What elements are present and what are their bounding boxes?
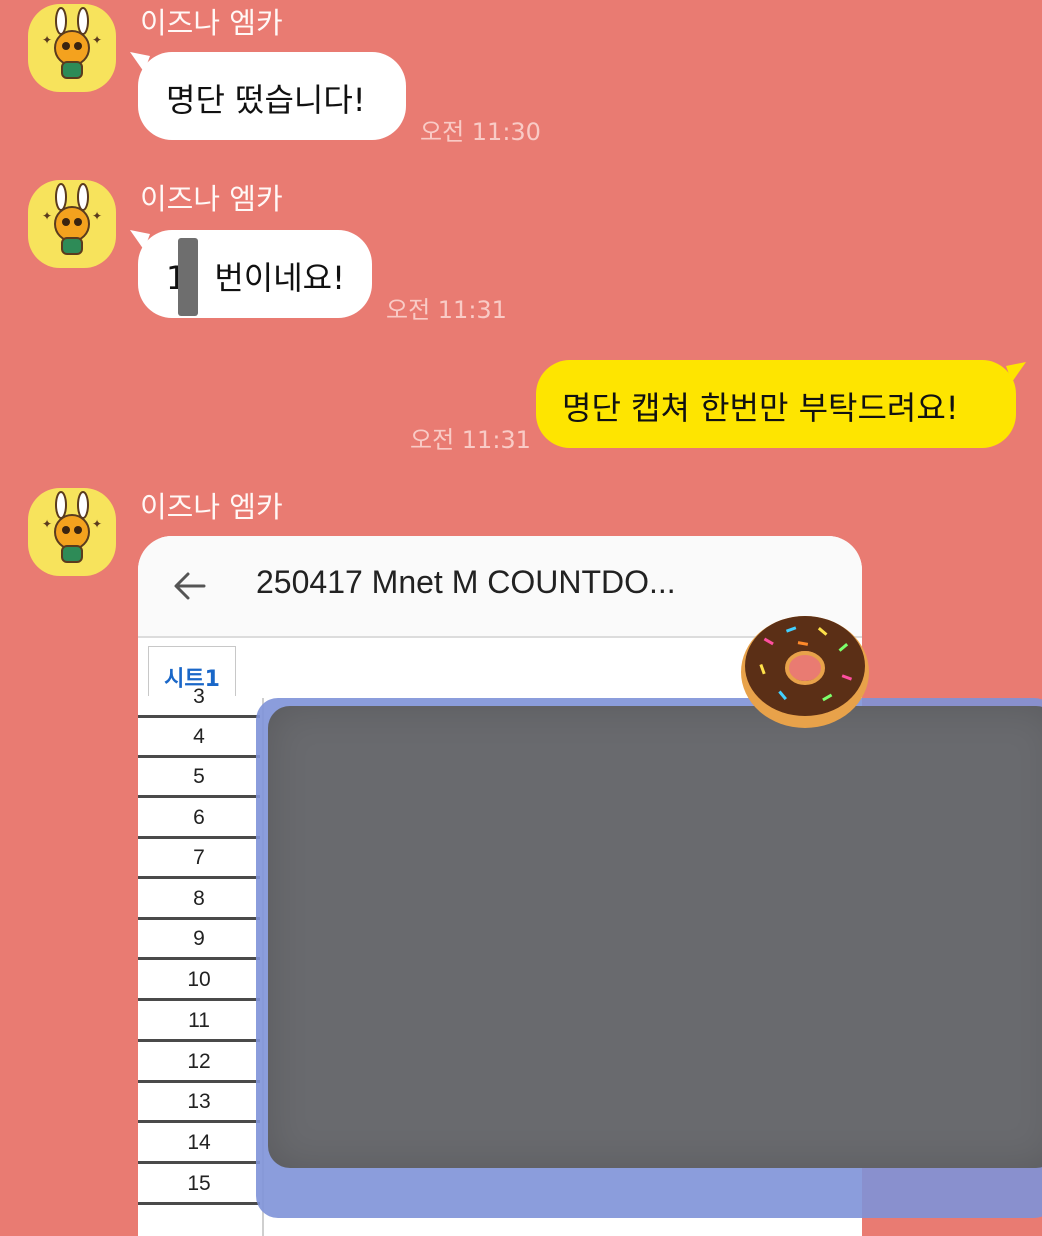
svg-text:✦: ✦	[42, 33, 52, 47]
svg-text:✦: ✦	[42, 209, 52, 223]
rabbit-character-icon: ✦ ✦	[42, 183, 102, 255]
rabbit-character-icon: ✦ ✦	[42, 7, 102, 79]
row-number: 15	[138, 1165, 260, 1205]
row-number: 7	[138, 839, 260, 879]
redaction-block	[268, 706, 1042, 1168]
row-number: 13	[138, 1083, 260, 1123]
row-number: 5	[138, 758, 260, 798]
sender-name: 이즈나 엠카	[140, 490, 283, 524]
rabbit-character-icon: ✦ ✦	[42, 491, 102, 563]
message-text-part: 번이네요!	[214, 259, 345, 297]
sender-name: 이즈나 엠카	[140, 182, 283, 216]
message-time: 오전 11:30	[420, 118, 541, 146]
svg-text:✦: ✦	[92, 33, 102, 47]
row-number: 8	[138, 880, 260, 920]
donut-icon	[741, 616, 869, 728]
message-time: 오전 11:31	[410, 426, 531, 454]
message-bubble[interactable]: 명단 캡쳐 한번만 부탁드려요!	[536, 360, 1016, 448]
row-number: 10	[138, 961, 260, 1001]
message-bubble[interactable]: 명단 떴습니다!	[138, 52, 406, 140]
message-text: 명단 떴습니다!	[166, 81, 366, 119]
bubble-tail	[1006, 362, 1026, 382]
sender-avatar[interactable]: ✦ ✦	[28, 488, 116, 576]
row-number: 6	[138, 799, 260, 839]
sender-name: 이즈나 엠카	[140, 6, 283, 40]
svg-text:✦: ✦	[92, 209, 102, 223]
svg-text:✦: ✦	[92, 517, 102, 531]
svg-text:✦: ✦	[42, 517, 52, 531]
sheet-title: 250417 Mnet M COUNTDO...	[256, 564, 676, 600]
message-bubble[interactable]: 1 번이네요!	[138, 230, 372, 318]
sender-avatar[interactable]: ✦ ✦	[28, 180, 116, 268]
redaction-mark	[178, 238, 198, 316]
row-number: 9	[138, 920, 260, 960]
row-number: 11	[138, 1002, 260, 1042]
row-number: 3	[138, 678, 260, 718]
arrow-left-icon	[174, 572, 206, 600]
row-number: 14	[138, 1124, 260, 1164]
message-time: 오전 11:31	[386, 296, 507, 324]
row-number: 12	[138, 1043, 260, 1083]
sender-avatar[interactable]: ✦ ✦	[28, 4, 116, 92]
message-text: 명단 캡쳐 한번만 부탁드려요!	[562, 389, 959, 427]
row-numbers: 3 4 5 6 7 8 9 10 11 12 13 14 15	[138, 685, 264, 1236]
row-number: 4	[138, 718, 260, 758]
